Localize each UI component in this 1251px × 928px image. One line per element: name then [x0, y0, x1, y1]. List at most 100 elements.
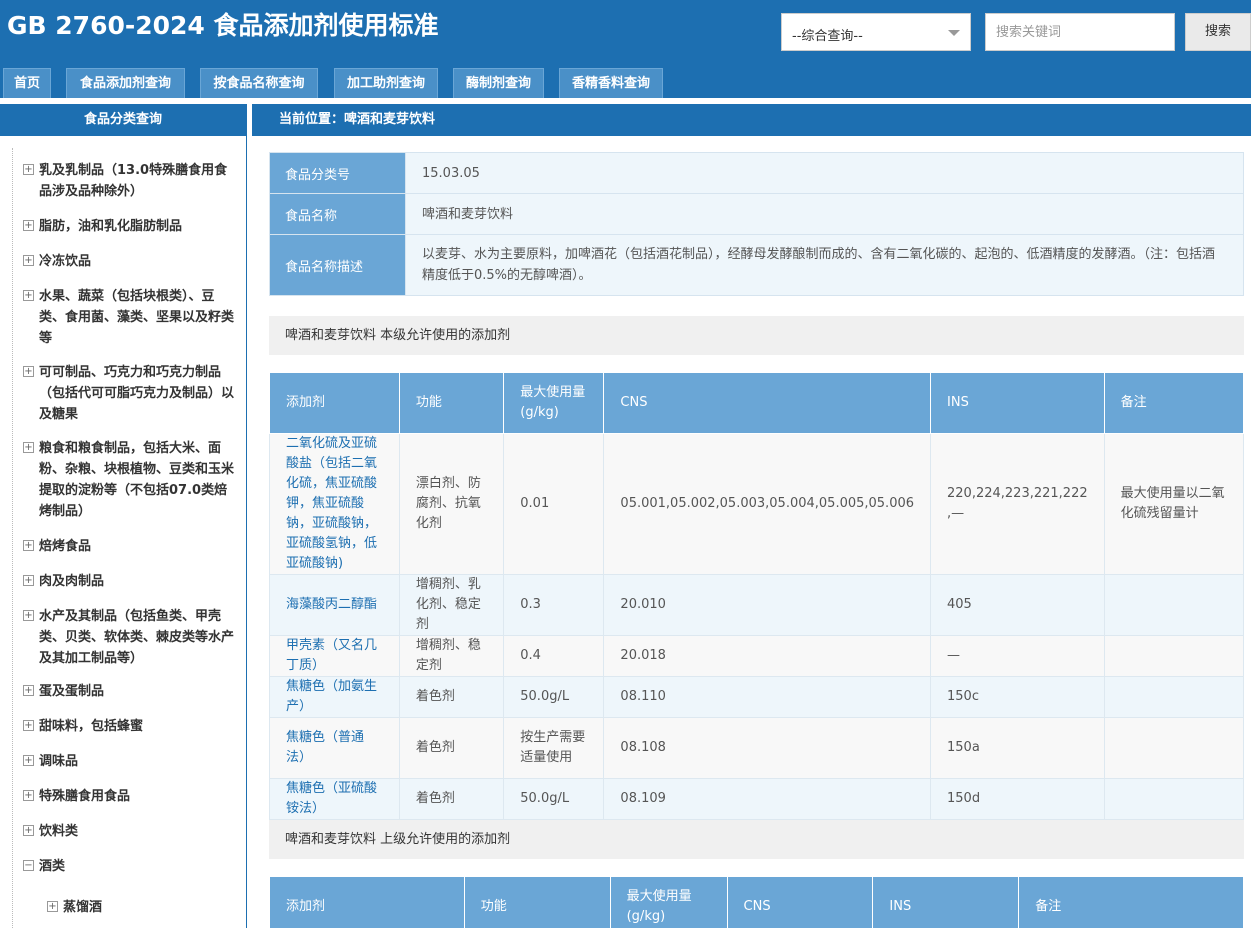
additive-ins: 150a — [930, 717, 1105, 779]
col-header-notes: 备注 — [1103, 372, 1245, 434]
expand-icon[interactable]: + — [23, 442, 34, 453]
col-header-cns: CNS — [726, 876, 874, 928]
additive-name-link[interactable]: 二氧化硫及亚硫酸盐（包括二氧化硫，焦亚硫酸钾，焦亚硫酸钠，亚硫酸钠，亚硫酸氢钠，… — [269, 433, 400, 575]
category-tree: + 乳及乳制品（13.0特殊膳食用食品涉及品种除外） + 脂肪，油和乳化脂肪制品 +… — [12, 148, 242, 928]
info-value: 以麦芽、水为主要原料，加啤酒花（包括酒花制品），经酵母发酵酿制而成的、含有二氧化… — [405, 234, 1244, 296]
additive-name-link[interactable]: 甲壳素（又名几丁质） — [269, 635, 400, 677]
additive-function: 增稠剂、乳化剂、稳定剂 — [398, 574, 505, 636]
additive-note — [1103, 676, 1245, 718]
additive-function: 着色剂 — [398, 778, 505, 820]
additive-name-link[interactable]: 焦糖色（加氨生产） — [269, 676, 400, 718]
expand-icon[interactable]: + — [23, 220, 34, 231]
sidebar-title: 食品分类查询 — [0, 104, 246, 136]
search-type-select[interactable]: --综合查询-- — [781, 13, 971, 51]
expand-icon[interactable]: + — [23, 540, 34, 551]
expand-icon[interactable]: + — [23, 685, 34, 696]
table-header-row: 添加剂 功能 最大使用量(g/kg) CNS INS 备注 — [269, 876, 1244, 928]
additive-note: 最大使用量以二氧化硫残留量计 — [1103, 433, 1245, 575]
table-row: 焦糖色（加氨生产） 着色剂 50.0g/L 08.110 150c — [269, 676, 1245, 718]
additive-max-usage: 按生产需要适量使用 — [503, 717, 605, 779]
tab-enzyme-query[interactable]: 酶制剂查询 — [453, 68, 544, 98]
tab-additive-query[interactable]: 食品添加剂查询 — [66, 68, 185, 98]
parent-additive-table: 添加剂 功能 最大使用量(g/kg) CNS INS 备注 — [269, 876, 1244, 928]
tab-home[interactable]: 首页 — [3, 68, 51, 98]
expand-icon[interactable]: + — [23, 720, 34, 731]
table-header-row: 添加剂 功能 最大使用量(g/kg) CNS INS 备注 — [269, 372, 1245, 434]
col-header-additive: 添加剂 — [269, 372, 400, 434]
info-row-name: 食品名称 啤酒和麦芽饮料 — [269, 193, 1244, 235]
additive-max-usage: 0.4 — [503, 635, 605, 677]
col-header-function: 功能 — [398, 372, 505, 434]
additive-max-usage: 50.0g/L — [503, 676, 605, 718]
additive-max-usage: 0.3 — [503, 574, 605, 636]
search-button[interactable]: 搜索 — [1185, 13, 1251, 51]
expand-icon[interactable]: + — [23, 790, 34, 801]
additive-function: 着色剂 — [398, 717, 505, 779]
search-input[interactable] — [985, 13, 1175, 51]
additive-ins: 220,224,223,221,222 ,— — [930, 433, 1105, 575]
tab-processing-aid-query[interactable]: 加工助剂查询 — [334, 68, 438, 98]
additive-cns: 08.108 — [603, 717, 932, 779]
additive-ins: 405 — [930, 574, 1105, 636]
expand-icon[interactable]: + — [23, 575, 34, 586]
table-row: 焦糖色（亚硫酸铵法） 着色剂 50.0g/L 08.109 150d — [269, 778, 1245, 820]
info-value: 15.03.05 — [405, 152, 1244, 194]
expand-icon[interactable]: + — [23, 255, 34, 266]
additive-name-link[interactable]: 焦糖色（亚硫酸铵法） — [269, 778, 400, 820]
additive-name-link[interactable]: 焦糖色（普通法） — [269, 717, 400, 779]
additive-function: 增稠剂、稳定剂 — [398, 635, 505, 677]
additive-function: 漂白剂、防腐剂、抗氧化剂 — [398, 433, 505, 575]
info-key: 食品名称 — [269, 193, 406, 235]
search-type-value: --综合查询-- — [792, 29, 863, 44]
additive-note — [1103, 778, 1245, 820]
info-row-desc: 食品名称描述 以麦芽、水为主要原料，加啤酒花（包括酒花制品），经酵母发酵酿制而成… — [269, 234, 1244, 296]
main-content: 当前位置：啤酒和麦芽饮料 食品分类号 15.03.05 食品名称 啤酒和麦芽饮料… — [252, 104, 1251, 928]
info-key: 食品名称描述 — [269, 234, 406, 296]
tab-food-name-query[interactable]: 按食品名称查询 — [200, 68, 318, 98]
section-title-parent-level: 啤酒和麦芽饮料 上级允许使用的添加剂 — [269, 820, 1244, 859]
info-value: 啤酒和麦芽饮料 — [405, 193, 1244, 235]
col-header-max-usage: 最大使用量(g/kg) — [609, 876, 728, 928]
additive-max-usage: 0.01 — [503, 433, 605, 575]
info-row-code: 食品分类号 15.03.05 — [269, 152, 1244, 194]
food-info-table: 食品分类号 15.03.05 食品名称 啤酒和麦芽饮料 食品名称描述 以麦芽、水… — [269, 152, 1244, 296]
sidebar: 食品分类查询 + 乳及乳制品（13.0特殊膳食用食品涉及品种除外） + 脂肪，油和乳… — [0, 104, 247, 928]
additive-ins: 150d — [930, 778, 1105, 820]
expand-icon[interactable]: + — [23, 755, 34, 766]
tab-flavor-query[interactable]: 香精香料查询 — [559, 68, 663, 98]
expand-icon[interactable]: + — [23, 290, 34, 301]
additive-cns: 08.110 — [603, 676, 932, 718]
table-row: 焦糖色（普通法） 着色剂 按生产需要适量使用 08.108 150a — [269, 717, 1245, 779]
additive-note — [1103, 717, 1245, 779]
col-header-notes: 备注 — [1018, 876, 1244, 928]
site-title: GB 2760-2024 食品添加剂使用标准 — [7, 11, 439, 40]
collapse-icon[interactable]: − — [23, 860, 34, 871]
additive-cns: 20.018 — [603, 635, 932, 677]
col-header-ins: INS — [930, 372, 1105, 434]
additive-ins: — — [930, 635, 1105, 677]
section-title-current-level: 啤酒和麦芽饮料 本级允许使用的添加剂 — [269, 316, 1244, 355]
table-row: 甲壳素（又名几丁质） 增稠剂、稳定剂 0.4 20.018 — — [269, 635, 1245, 677]
breadcrumb: 当前位置：啤酒和麦芽饮料 — [252, 104, 1251, 136]
chevron-down-icon — [948, 30, 960, 36]
col-header-cns: CNS — [603, 372, 932, 434]
expand-icon[interactable]: + — [23, 825, 34, 836]
additive-function: 着色剂 — [398, 676, 505, 718]
col-header-additive: 添加剂 — [269, 876, 465, 928]
col-header-function: 功能 — [463, 876, 611, 928]
header: GB 2760-2024 食品添加剂使用标准 --综合查询-- 搜索 首页 食品… — [0, 0, 1251, 98]
expand-icon[interactable]: + — [23, 366, 34, 377]
expand-icon[interactable]: + — [47, 901, 58, 912]
expand-icon[interactable]: + — [23, 164, 34, 175]
additive-cns: 08.109 — [603, 778, 932, 820]
table-row: 二氧化硫及亚硫酸盐（包括二氧化硫，焦亚硫酸钾，焦亚硫酸钠，亚硫酸钠，亚硫酸氢钠，… — [269, 433, 1245, 575]
additive-name-link[interactable]: 海藻酸丙二醇酯 — [269, 574, 400, 636]
additive-cns: 20.010 — [603, 574, 932, 636]
expand-icon[interactable]: + — [23, 610, 34, 621]
additive-max-usage: 50.0g/L — [503, 778, 605, 820]
col-header-ins: INS — [872, 876, 1020, 928]
col-header-max-usage: 最大使用量(g/kg) — [503, 372, 605, 434]
additive-table: 添加剂 功能 最大使用量(g/kg) CNS INS 备注 二氧化硫及亚硫酸盐（… — [269, 372, 1245, 820]
additive-ins: 150c — [930, 676, 1105, 718]
info-key: 食品分类号 — [269, 152, 406, 194]
